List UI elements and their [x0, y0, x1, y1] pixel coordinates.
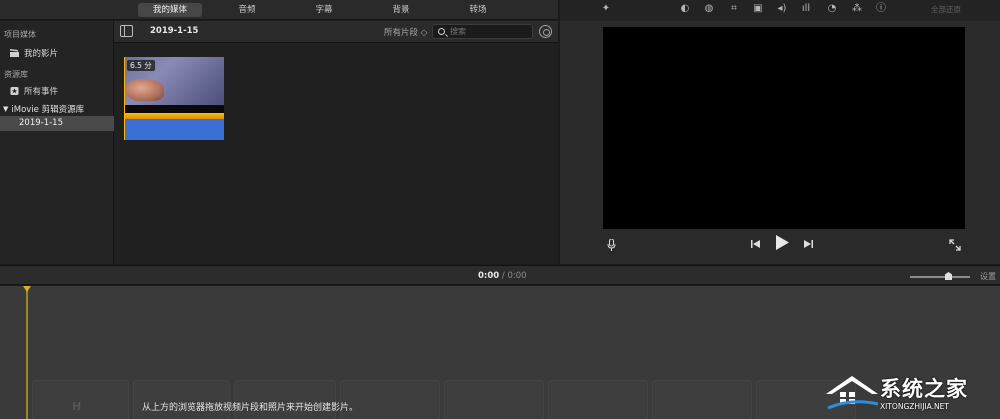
sidebar-toggle-icon[interactable]: [120, 25, 133, 37]
color-correction-icon[interactable]: ◍: [703, 3, 715, 15]
noise-reduction-icon[interactable]: ıll: [800, 3, 812, 15]
next-icon[interactable]: [803, 239, 813, 252]
previous-icon[interactable]: [751, 239, 761, 252]
playhead[interactable]: [23, 286, 31, 419]
project-media-header: 项目媒体: [4, 30, 36, 39]
crop-icon[interactable]: ⌗: [728, 3, 740, 15]
sidebar-item-label: 2019-1-15: [19, 118, 63, 128]
sidebar-item-label: iMovie 剪辑资源库: [11, 105, 85, 115]
house-logo-icon: [826, 376, 879, 410]
media-tabbar: 我的媒体 音频 字幕 背景 转场: [0, 0, 558, 20]
watermark-url: XITONGZHIJIA.NET: [880, 402, 949, 411]
event-title: 2019-1-15: [150, 26, 199, 36]
sidebar-item-my-movie[interactable]: 我的影片: [10, 47, 58, 59]
disclosure-triangle-icon[interactable]: ▼: [3, 105, 8, 113]
clip-subject: [126, 79, 164, 101]
settings-button[interactable]: 设置: [980, 271, 996, 282]
microphone-icon[interactable]: [607, 238, 616, 254]
star-box-icon: [10, 87, 19, 95]
stabilization-icon[interactable]: ▣: [752, 3, 764, 15]
zoom-slider-knob[interactable]: [945, 272, 952, 280]
timeline-header: 0:00 / 0:00 设置: [0, 265, 1000, 285]
empty-slot: [652, 380, 752, 419]
preview-screen[interactable]: [603, 27, 965, 229]
sidebar-item-label: 我的影片: [24, 49, 59, 59]
sidebar-item-event-selected[interactable]: 2019-1-15: [0, 116, 114, 131]
play-icon[interactable]: [775, 235, 789, 254]
clip-filmstrip-bar: [124, 119, 224, 140]
clapperboard-icon: [10, 49, 19, 57]
tab-titles[interactable]: 字幕: [292, 3, 356, 17]
search-input[interactable]: [450, 25, 530, 38]
empty-slot: [548, 380, 648, 419]
gear-icon[interactable]: [539, 25, 552, 38]
color-balance-icon[interactable]: ◐: [679, 3, 691, 15]
sidebar-item-library[interactable]: ▼ iMovie 剪辑资源库: [3, 103, 84, 115]
viewer-panel: [560, 21, 1000, 264]
watermark-name: 系统之家: [880, 377, 968, 401]
current-time: 0:00: [478, 271, 500, 281]
tab-backgrounds[interactable]: 背景: [369, 3, 433, 17]
tab-my-media[interactable]: 我的媒体: [138, 3, 202, 17]
timeline-hint: 从上方的浏览器拖放视频片段和照片来开始创建影片。: [142, 403, 359, 413]
adjustments-toolbar: ✦ ◐ ◍ ⌗ ▣ ◂) ıll ◔ ⁂ ⓘ 全部还原: [560, 0, 1000, 21]
zoom-slider-track[interactable]: [910, 276, 970, 278]
search-icon: [438, 28, 445, 35]
ghost-glyph: H: [72, 400, 82, 413]
magic-wand-icon[interactable]: ✦: [600, 3, 612, 15]
library-sidebar: 项目媒体 我的影片 资源库 所有事件 ▼ iMovie 剪辑资源库 2019-1…: [0, 21, 114, 264]
volume-icon[interactable]: ◂): [776, 3, 788, 15]
skimmer-line: [124, 57, 125, 140]
clip-filter-icon[interactable]: ⁂: [851, 3, 863, 15]
media-browser: 6.5 分: [114, 43, 558, 264]
fullscreen-icon[interactable]: [949, 239, 961, 254]
clip-thumbnail[interactable]: 6.5 分: [124, 57, 224, 140]
library-header: 资源库: [4, 70, 28, 79]
total-time: 0:00: [507, 271, 527, 281]
clip-duration-badge: 6.5 分: [127, 60, 155, 71]
reset-all-button[interactable]: 全部还原: [931, 4, 961, 15]
clip-filter-dropdown[interactable]: 所有片段 ◇: [384, 26, 427, 38]
empty-slot: [444, 380, 544, 419]
tab-transitions[interactable]: 转场: [446, 3, 510, 17]
search-field[interactable]: [432, 24, 533, 39]
tab-audio[interactable]: 音频: [215, 3, 279, 17]
browser-toolbar: 2019-1-15 所有片段 ◇: [114, 21, 558, 43]
sidebar-item-label: 所有事件: [24, 87, 59, 97]
sidebar-item-all-events[interactable]: 所有事件: [10, 85, 58, 97]
info-icon[interactable]: ⓘ: [875, 3, 887, 15]
timecode: 0:00 / 0:00: [478, 271, 527, 281]
speed-icon[interactable]: ◔: [826, 3, 838, 15]
site-watermark: 系统之家 XITONGZHIJIA.NET: [820, 370, 1000, 419]
